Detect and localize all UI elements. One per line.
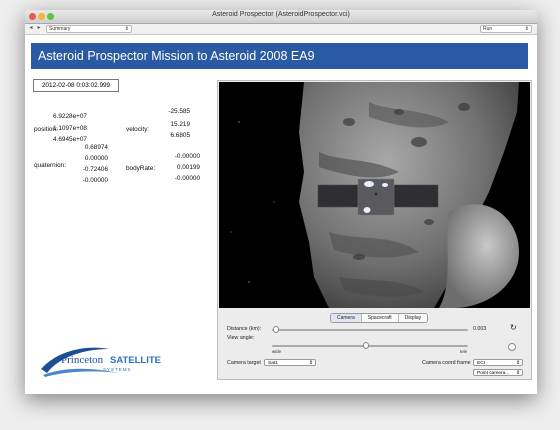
view-select[interactable]: Summary ⇕ <box>46 25 132 33</box>
timestamp-field[interactable]: 2012-02-08 0:03:02.999 <box>33 79 119 92</box>
position-y: 1.1097e+08 <box>53 125 87 132</box>
scene-viewport[interactable] <box>219 82 530 308</box>
distance-label: Distance (km): <box>227 326 262 332</box>
view-angle-slider[interactable] <box>272 342 468 349</box>
wide-label: wide <box>272 349 282 354</box>
position-x: 6.9228e+07 <box>53 113 87 120</box>
distance-slider[interactable] <box>272 326 468 333</box>
view-angle-dial[interactable] <box>508 343 516 351</box>
viewer-panel: Camera Spacecraft Display Distance (km):… <box>217 80 532 380</box>
chevron-updown-icon: ⇕ <box>524 26 529 32</box>
quaternion-label: quaternion: <box>34 162 66 169</box>
quaternion-0: 0.68974 <box>84 144 108 151</box>
logo-systems: SYSTEMS <box>103 367 132 372</box>
chevron-updown-icon: ⇕ <box>515 371 520 376</box>
distance-value: 0.003 <box>473 326 487 332</box>
velocity-z: 6.6805 <box>170 132 190 139</box>
bodyrate-label: bodyRate: <box>126 165 156 172</box>
chevron-updown-icon: ⇕ <box>308 361 313 366</box>
tele-label: tele <box>460 349 468 354</box>
title-bar: Asteroid Prospector (AsteroidProspector.… <box>25 10 537 24</box>
chevron-updown-icon: ⇕ <box>124 26 129 32</box>
view-angle-slider-knob[interactable] <box>363 342 370 349</box>
quaternion-2: -0.72406 <box>82 166 108 173</box>
bodyrate-x: -0.00000 <box>174 153 200 160</box>
bodyrate-y: 0.00199 <box>176 164 200 171</box>
chevron-updown-icon: ⇕ <box>515 361 520 366</box>
view-angle-label: View angle: <box>227 335 255 341</box>
window-title: Asteroid Prospector (AsteroidProspector.… <box>212 11 350 18</box>
toolbar: ◂ ▸ Summary ⇕ Run ⇕ <box>25 24 537 35</box>
distance-slider-knob[interactable] <box>272 326 279 333</box>
logo-princeton: Princeton <box>61 354 104 366</box>
tab-spacecraft[interactable]: Spacecraft <box>361 314 399 322</box>
princeton-satellite-logo: Princeton SATELLITE SYSTEMS <box>39 343 199 379</box>
camera-target-select[interactable]: Sat1 ⇕ <box>264 359 316 366</box>
camera-target-label: Camera target <box>227 360 261 366</box>
bodyrate-z: -0.00000 <box>174 175 200 182</box>
logo-satellite: SATELLITE <box>110 355 161 366</box>
velocity-label: velocity: <box>126 126 150 133</box>
forward-arrow-icon[interactable]: ▸ <box>35 25 43 32</box>
position-z: 4.6945e+07 <box>53 136 87 143</box>
back-arrow-icon[interactable]: ◂ <box>27 25 35 32</box>
view-select-value: Summary <box>49 26 71 32</box>
run-select-value: Run <box>483 26 493 32</box>
point-camera-value: Point camera... <box>477 371 510 376</box>
app-window: Asteroid Prospector (AsteroidProspector.… <box>25 10 537 394</box>
quaternion-1: 0.00000 <box>84 155 108 162</box>
page-title: Asteroid Prospector Mission to Asteroid … <box>31 43 528 69</box>
camera-target-value: Sat1 <box>268 361 278 366</box>
quaternion-3: -0.00000 <box>82 177 108 184</box>
camera-frame-label: Camera coord frame <box>422 360 471 366</box>
viewer-tabs: Camera Spacecraft Display <box>330 313 429 323</box>
tab-display[interactable]: Display <box>398 314 428 322</box>
camera-frame-select[interactable]: ECI ⇕ <box>473 359 523 366</box>
velocity-y: 15.219 <box>170 121 190 128</box>
camera-frame-value: ECI <box>477 361 485 366</box>
point-camera-select[interactable]: Point camera... ⇕ <box>473 369 523 376</box>
run-select[interactable]: Run ⇕ <box>480 25 532 33</box>
tab-camera[interactable]: Camera <box>331 314 362 322</box>
velocity-x: -25.585 <box>168 108 190 115</box>
refresh-icon[interactable]: ↻ <box>510 323 517 332</box>
